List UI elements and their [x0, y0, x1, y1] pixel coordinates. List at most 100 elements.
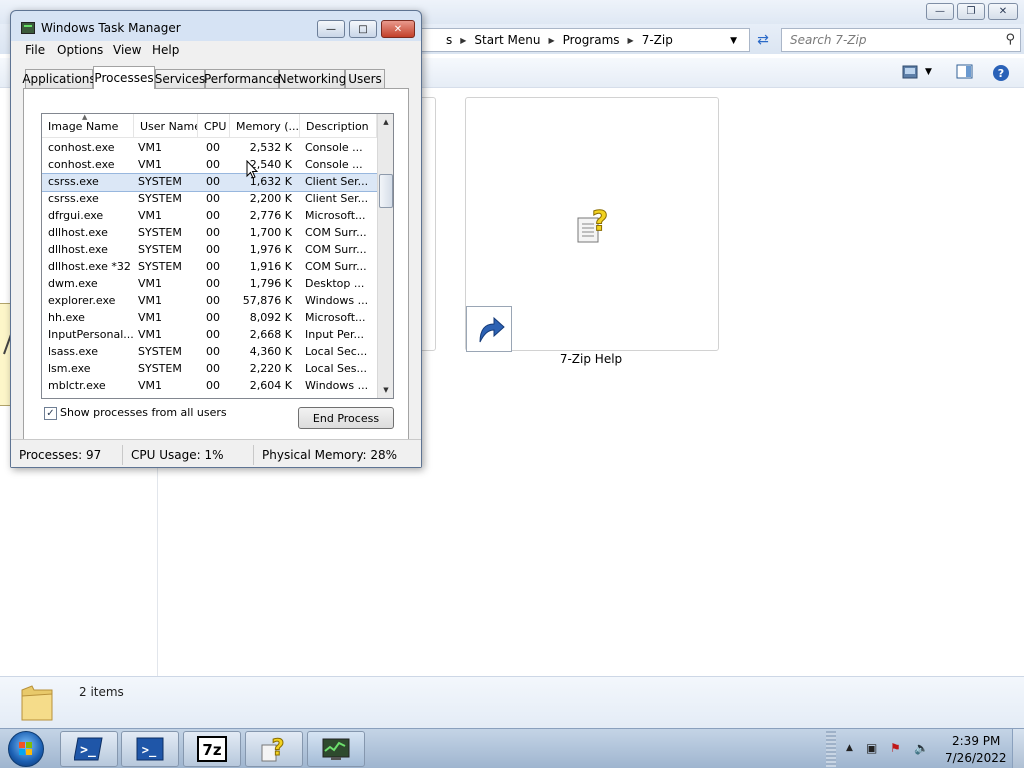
menu-options[interactable]: Options [57, 43, 103, 57]
preview-pane-icon[interactable] [956, 64, 974, 80]
table-row[interactable]: lsass.exe SYSTEM 00 4,360 K Local Sec... [42, 344, 377, 361]
item-count: 2 items [79, 685, 124, 699]
address-input[interactable]: s ▶ Start Menu ▶ Programs ▶ 7-Zip ▼ [415, 28, 750, 52]
close-button[interactable]: ✕ [988, 3, 1018, 20]
taskbar-7zip[interactable]: 7z [183, 731, 241, 767]
taskbar-powershell[interactable]: >_ [60, 731, 118, 767]
breadcrumb-7zip[interactable]: 7-Zip [642, 33, 673, 47]
cell-memory: 1,976 K [249, 243, 292, 256]
cell-cpu: 00 [206, 294, 220, 307]
menu-help[interactable]: Help [152, 43, 179, 57]
table-row[interactable]: explorer.exe VM1 00 57,876 K Windows ... [42, 293, 377, 310]
processes-panel: ▲ Image Name User Name CPU Memory (... D… [23, 88, 409, 444]
table-row[interactable]: hh.exe VM1 00 8,092 K Microsoft... [42, 310, 377, 327]
file-label[interactable]: 7-Zip Help [466, 352, 716, 366]
breadcrumb-start-menu[interactable]: Start Menu [474, 33, 540, 47]
cell-description: Input Per... [305, 328, 364, 341]
scroll-up-arrow-icon[interactable]: ▲ [378, 114, 393, 130]
table-row[interactable]: dllhost.exe SYSTEM 00 1,976 K COM Surr... [42, 242, 377, 259]
table-row[interactable]: dfrgui.exe VM1 00 2,776 K Microsoft... [42, 208, 377, 225]
chevron-right-icon[interactable]: ▶ [628, 36, 634, 45]
table-row[interactable]: dllhost.exe SYSTEM 00 1,700 K COM Surr... [42, 225, 377, 242]
vertical-scrollbar[interactable]: ▲ ▼ [377, 114, 393, 398]
cell-image-name: dllhost.exe [48, 243, 108, 256]
minimize-button[interactable]: — [317, 20, 345, 38]
taskbar-powershell-ise[interactable]: >_ [121, 731, 179, 767]
table-row[interactable]: conhost.exe VM1 00 2,540 K Console ... [42, 157, 377, 174]
status-physical-memory: Physical Memory: 28% [262, 448, 398, 462]
table-row[interactable]: InputPersonal... VM1 00 2,668 K Input Per... [42, 327, 377, 344]
cell-image-name: dllhost.exe [48, 226, 108, 239]
svg-text:>_: >_ [80, 743, 96, 758]
minimize-button[interactable]: — [926, 3, 954, 20]
start-button[interactable] [8, 731, 44, 767]
help-icon[interactable]: ? [992, 64, 1010, 81]
show-hidden-icons-icon[interactable]: ▲ [846, 743, 853, 753]
table-row[interactable]: csrss.exe SYSTEM 00 2,200 K Client Ser... [42, 191, 377, 208]
cell-cpu: 00 [206, 311, 220, 324]
end-process-button[interactable]: End Process [298, 407, 394, 429]
tab-processes[interactable]: Processes [93, 66, 155, 89]
column-memory[interactable]: Memory (... [230, 114, 300, 138]
search-icon[interactable]: ⚲ [1005, 32, 1015, 47]
menu-view[interactable]: View [113, 43, 141, 57]
cell-cpu: 00 [206, 260, 220, 273]
task-manager-window[interactable]: Windows Task Manager — □ ✕ File Options … [10, 10, 422, 468]
chevron-right-icon[interactable]: ▶ [460, 36, 466, 45]
column-description[interactable]: Description [300, 114, 377, 138]
clock-date[interactable]: 7/26/2022 [945, 751, 1007, 765]
cell-user-name: VM1 [138, 209, 163, 222]
menu-file[interactable]: File [25, 43, 45, 57]
search-input[interactable]: Search 7-Zip ⚲ [781, 28, 1021, 52]
taskbar-help[interactable]: ? [245, 731, 303, 767]
cell-user-name: SYSTEM [138, 260, 182, 273]
taskmgr-icon [322, 738, 350, 760]
show-all-processes-label[interactable]: Show processes from all users [60, 406, 227, 419]
tab-applications[interactable]: Applications [22, 69, 96, 88]
scroll-down-arrow-icon[interactable]: ▼ [378, 382, 393, 398]
close-button[interactable]: ✕ [381, 20, 415, 38]
breadcrumb-programs[interactable]: Programs [563, 33, 620, 47]
table-row[interactable]: lsm.exe SYSTEM 00 2,220 K Local Ses... [42, 361, 377, 378]
show-desktop-button[interactable] [1012, 729, 1024, 768]
tab-networking[interactable]: Networking [278, 69, 346, 88]
maximize-button[interactable]: □ [349, 20, 377, 38]
column-image-name[interactable]: ▲ Image Name [42, 114, 134, 138]
svg-text:>_: >_ [142, 743, 157, 758]
network-icon[interactable]: ▣ [866, 741, 877, 755]
volume-icon[interactable]: 🔈 [914, 741, 929, 755]
refresh-icon[interactable]: ⇄ [752, 29, 774, 51]
cell-user-name: VM1 [138, 294, 163, 307]
table-row[interactable]: conhost.exe VM1 00 2,532 K Console ... [42, 140, 377, 157]
status-processes: Processes: 97 [11, 445, 123, 465]
cell-image-name: lsm.exe [48, 362, 91, 375]
restore-button[interactable]: ❐ [957, 3, 985, 20]
tab-services[interactable]: Services [155, 69, 205, 88]
table-row[interactable]: csrss.exe SYSTEM 00 1,632 K Client Ser... [42, 173, 378, 192]
chevron-down-icon[interactable]: ▼ [925, 67, 943, 83]
cell-image-name: dwm.exe [48, 277, 98, 290]
taskbar-grip[interactable] [826, 731, 836, 767]
cell-description: Microsoft... [305, 209, 366, 222]
tab-performance[interactable]: Performance [204, 69, 280, 88]
clock-time[interactable]: 2:39 PM [952, 734, 1000, 748]
taskbar-task-manager[interactable] [307, 731, 365, 767]
cell-user-name: SYSTEM [138, 175, 182, 188]
tab-users[interactable]: Users [345, 69, 385, 88]
chevron-down-icon[interactable]: ▼ [730, 36, 737, 46]
table-row[interactable]: mblctr.exe VM1 00 2,604 K Windows ... [42, 378, 377, 395]
action-center-icon[interactable]: ⚑ [890, 741, 901, 755]
chevron-right-icon[interactable]: ▶ [549, 36, 555, 45]
column-cpu[interactable]: CPU [198, 114, 230, 138]
show-all-processes-checkbox[interactable]: ✓ [44, 407, 57, 420]
view-options-icon[interactable] [902, 64, 920, 80]
column-label: Memory (... [236, 119, 300, 133]
table-row[interactable]: dwm.exe VM1 00 1,796 K Desktop ... [42, 276, 377, 293]
file-tile-7zip-help[interactable]: ? [465, 97, 719, 352]
cell-description: COM Surr... [305, 243, 367, 256]
column-user-name[interactable]: User Name [134, 114, 198, 138]
table-row[interactable]: dllhost.exe *32 SYSTEM 00 1,916 K COM Surr..… [42, 259, 377, 276]
scroll-thumb[interactable] [379, 174, 393, 208]
cell-image-name: explorer.exe [48, 294, 116, 307]
process-list[interactable]: ▲ Image Name User Name CPU Memory (... D… [41, 113, 394, 399]
